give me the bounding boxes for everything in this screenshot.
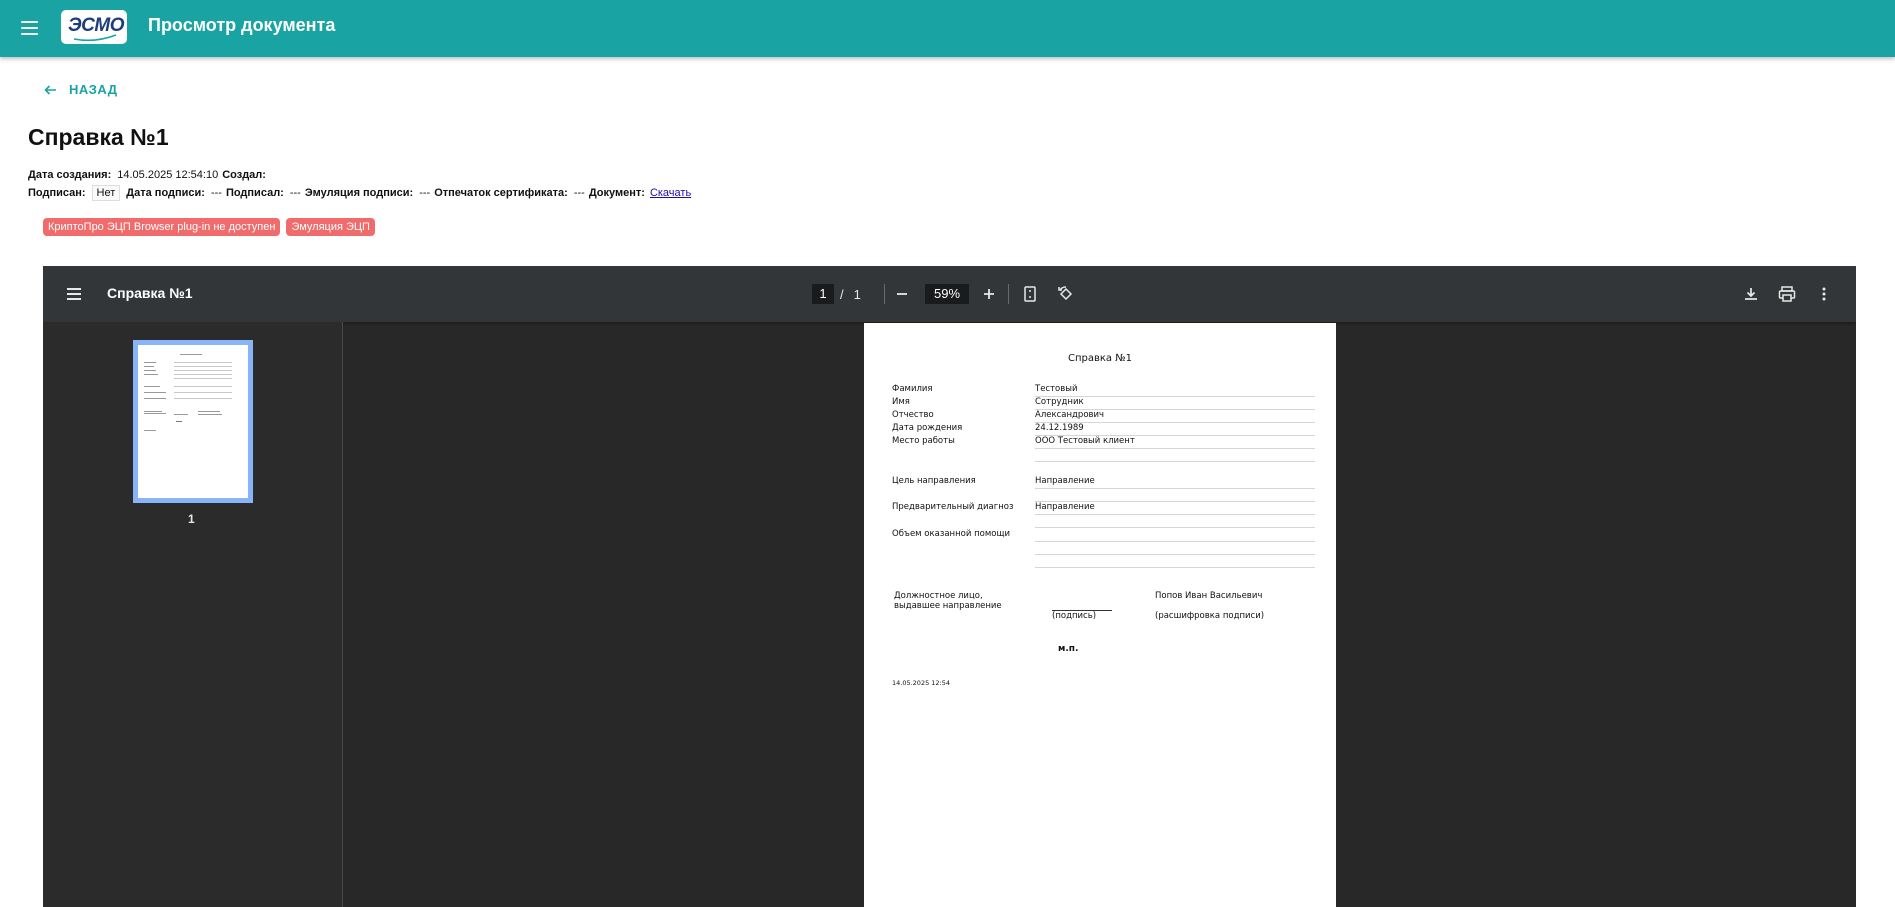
page-timestamp: 14.05.2025 12:54 (892, 679, 951, 687)
more-vert-icon[interactable] (1813, 283, 1835, 305)
field-label: Объем оказанной помощи (892, 529, 1010, 539)
signature-caption: (подпись) (1052, 611, 1097, 621)
field-value: Александрович (1035, 410, 1105, 420)
field-rule (1035, 527, 1315, 528)
cert-value: --- (573, 187, 585, 199)
field-value: Тестовый (1035, 384, 1078, 394)
app-title: Просмотр документа (148, 15, 336, 35)
field-label: Фамилия (892, 384, 933, 394)
app-bar: ЭСМО Просмотр документа (0, 0, 1895, 57)
zoom-out-icon[interactable] (891, 283, 913, 305)
print-icon[interactable] (1776, 283, 1798, 305)
emulation-value: --- (419, 187, 431, 199)
emulation-label: Эмуляция подписи: (304, 187, 414, 199)
pdf-toolbar: Справка №1 1 / 1 59% (43, 266, 1856, 322)
field-rule (1035, 541, 1315, 542)
created-value: 14.05.2025 12:54:10 (117, 169, 219, 181)
fit-page-icon[interactable] (1019, 283, 1041, 305)
field-label: Имя (892, 397, 910, 407)
page-total: 1 (853, 286, 861, 302)
signer-caption: (расшифровка подписи) (1155, 611, 1265, 621)
rotate-icon[interactable] (1055, 283, 1077, 305)
document-meta-line-1: Дата создания: 14.05.2025 12:54:10 Созда… (28, 169, 266, 181)
creator-label: Создал: (222, 169, 266, 181)
signed-value: Нет (91, 185, 121, 201)
field-rule (1035, 488, 1315, 489)
signer-value: --- (289, 187, 301, 199)
logo-swoosh-icon (73, 34, 117, 42)
field-value: Сотрудник (1035, 397, 1084, 407)
cert-label: Отпечаток сертификата: (434, 187, 568, 199)
sign-date-value: --- (210, 187, 222, 199)
arrow-left-icon (44, 84, 56, 95)
official-label: Должностное лицо, выдавшее направление (894, 591, 1002, 611)
page-input[interactable]: 1 (812, 284, 834, 304)
thumbnail-label: 1 (188, 512, 195, 526)
field-value: ООО Тестовый клиент (1035, 436, 1135, 446)
toolbar-divider (1008, 284, 1009, 304)
page-separator: / (840, 286, 844, 302)
official-line-2: выдавшее направление (894, 601, 1002, 611)
zoom-in-icon[interactable] (978, 283, 1000, 305)
document-meta-line-2: Подписан: Нет Дата подписи: --- Подписал… (28, 185, 691, 201)
field-label: Дата рождения (892, 423, 963, 433)
field-label: Отчество (892, 410, 934, 420)
app-logo[interactable]: ЭСМО (61, 10, 127, 44)
field-value: Направление (1035, 502, 1095, 512)
stamp-mark: м.п. (1058, 644, 1079, 654)
document-label: Документ: (588, 187, 645, 199)
download-link[interactable]: Скачать (650, 187, 691, 199)
thumbnail-sidebar: 1 (43, 322, 343, 907)
official-line-1: Должностное лицо, (894, 591, 983, 601)
status-badges: КриптоПро ЭЦП Browser plug-in не доступе… (43, 218, 375, 236)
field-value: 24.12.1989 (1035, 423, 1084, 433)
zoom-level[interactable]: 59% (925, 284, 969, 304)
pdf-viewer: Справка №1 1 / 1 59% 1 Справка №1 Фамили… (43, 266, 1856, 907)
signer-label: Подписал: (225, 187, 284, 199)
created-label: Дата создания: (28, 169, 112, 181)
field-label: Место работы (892, 436, 955, 446)
page-indicator: 1 / 1 (812, 284, 861, 304)
back-button[interactable]: НАЗАД (44, 82, 118, 97)
field-label: Цель направления (892, 476, 976, 486)
download-icon[interactable] (1740, 283, 1762, 305)
status-badge-emulation: Эмуляция ЭЦП (286, 218, 375, 236)
back-label: НАЗАД (69, 82, 118, 97)
pdf-page-title: Справка №1 (1068, 353, 1132, 364)
field-rule (1035, 554, 1315, 555)
pdf-title: Справка №1 (107, 285, 193, 301)
toolbar-divider (884, 284, 885, 304)
signer-name: Попов Иван Васильевич (1155, 591, 1263, 601)
status-badge-cryptopro: КриптоПро ЭЦП Browser plug-in не доступе… (43, 218, 281, 236)
field-label: Предварительный диагноз (892, 502, 1014, 512)
sign-date-label: Дата подписи: (126, 187, 205, 199)
field-rule (1035, 514, 1315, 515)
page-thumbnail[interactable] (133, 340, 253, 503)
field-rule (1035, 448, 1315, 449)
pdf-page: Справка №1 Фамилия Тестовый Имя Сотрудни… (864, 323, 1336, 907)
field-rule (1035, 567, 1315, 568)
field-rule (1035, 461, 1315, 462)
field-value: Направление (1035, 476, 1095, 486)
menu-icon[interactable] (67, 287, 83, 301)
menu-icon[interactable] (19, 17, 41, 39)
signed-label: Подписан: (28, 187, 86, 199)
document-title: Справка №1 (28, 124, 169, 150)
